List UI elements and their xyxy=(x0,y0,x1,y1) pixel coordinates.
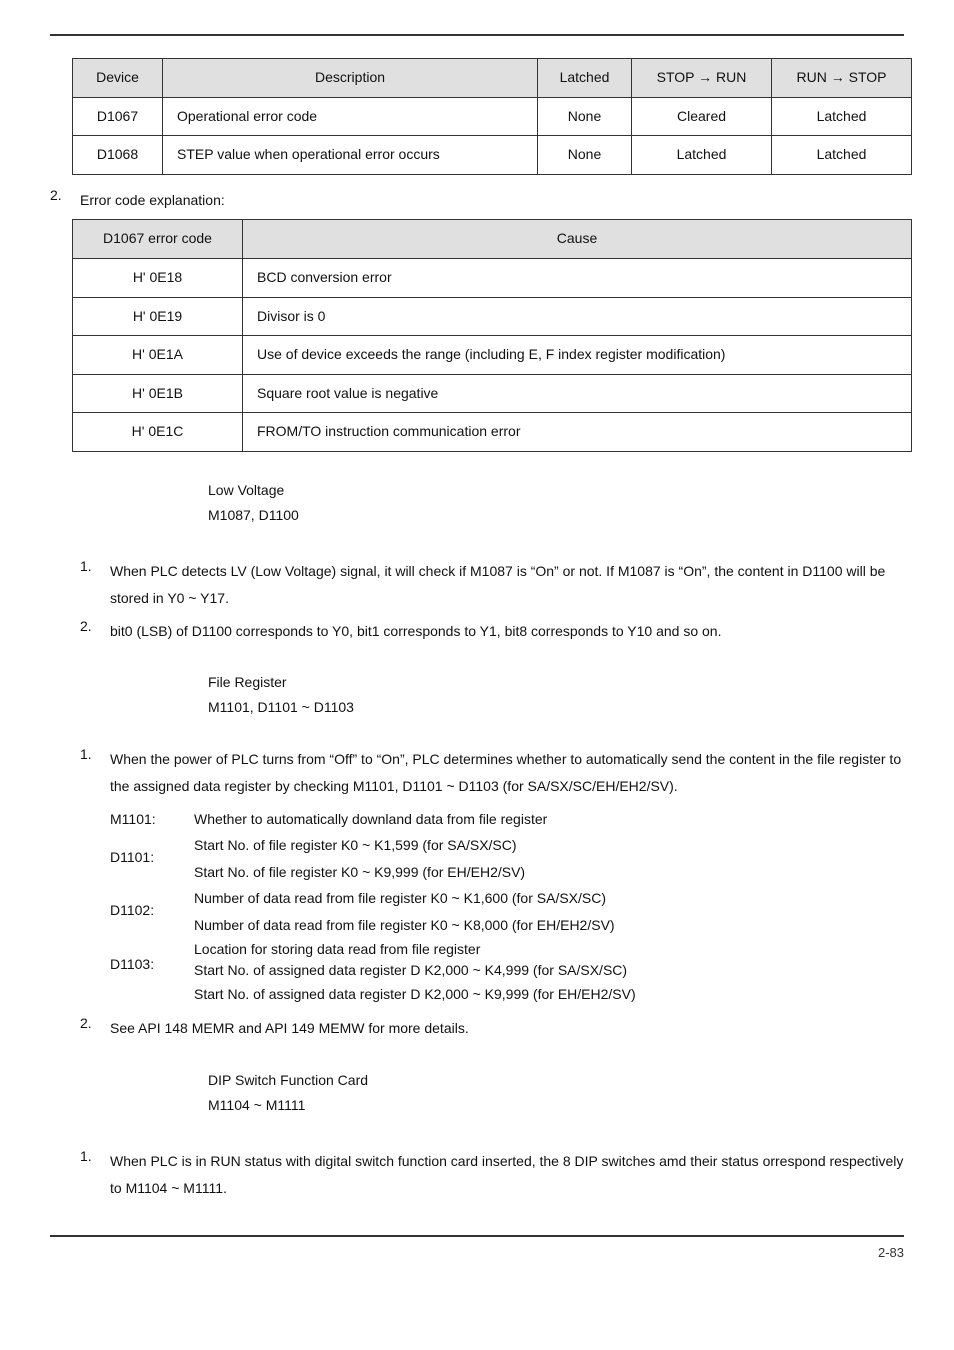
cell: Cleared xyxy=(632,97,772,136)
error-code-table: D1067 error code Cause H' 0E18BCD conver… xyxy=(72,219,912,452)
table-row: H' 0E18BCD conversion error xyxy=(73,258,912,297)
table-row: H' 0E19Divisor is 0 xyxy=(73,297,912,336)
def-key: D1101: xyxy=(110,832,194,885)
item-text: When PLC is in RUN status with digital s… xyxy=(110,1148,904,1201)
section-subtitle: M1101, D1101 ~ D1103 xyxy=(208,695,904,720)
def-line: Start No. of assigned data register D K2… xyxy=(194,981,904,1008)
def-line: Number of data read from file register K… xyxy=(194,912,904,939)
col-description: Description xyxy=(163,59,538,98)
list-item: 1. When the power of PLC turns from “Off… xyxy=(80,746,904,799)
item-number: 2. xyxy=(50,187,80,214)
def-line: Number of data read from file register K… xyxy=(194,885,904,912)
cell: H' 0E1A xyxy=(73,336,243,375)
def-row: D1102: Number of data read from file reg… xyxy=(110,885,904,938)
def-line: Start No. of file register K0 ~ K9,999 (… xyxy=(194,859,904,886)
cell: D1068 xyxy=(73,136,163,175)
item-text: bit0 (LSB) of D1100 corresponds to Y0, b… xyxy=(110,618,904,645)
table-row: H' 0E1BSquare root value is negative xyxy=(73,374,912,413)
section-dip-switch: DIP Switch Function Card M1104 ~ M1111 xyxy=(208,1068,904,1118)
section-subtitle: M1104 ~ M1111 xyxy=(208,1093,904,1118)
def-row: M1101: Whether to automatically downland… xyxy=(110,806,904,833)
item-text: When PLC detects LV (Low Voltage) signal… xyxy=(110,558,904,611)
item-text: See API 148 MEMR and API 149 MEMW for mo… xyxy=(110,1015,904,1042)
top-rule xyxy=(50,34,904,36)
table-row: D1067 Operational error code None Cleare… xyxy=(73,97,912,136)
col-device: Device xyxy=(73,59,163,98)
section-title: Low Voltage xyxy=(208,478,904,503)
item-number: 1. xyxy=(80,1148,110,1201)
section-subtitle: M1087, D1100 xyxy=(208,503,904,528)
cell: H' 0E18 xyxy=(73,258,243,297)
page-footer: 2-83 xyxy=(50,1235,904,1260)
def-line: Start No. of file register K0 ~ K1,599 (… xyxy=(194,832,904,859)
def-key: M1101: xyxy=(110,806,194,833)
item-text: Error code explanation: xyxy=(80,187,904,214)
section-title: File Register xyxy=(208,670,904,695)
col-run-stop: RUN → STOP xyxy=(772,59,912,98)
cell: None xyxy=(538,97,632,136)
cell: Latched xyxy=(772,97,912,136)
item-number: 2. xyxy=(80,1015,110,1042)
cell: Divisor is 0 xyxy=(243,297,912,336)
cell: D1067 xyxy=(73,97,163,136)
def-row: D1103: Location for storing data read fr… xyxy=(110,939,904,1008)
item-number: 1. xyxy=(80,558,110,611)
cell: STEP value when operational error occurs xyxy=(163,136,538,175)
item-number: 2. xyxy=(80,618,110,645)
section-file-register: File Register M1101, D1101 ~ D1103 xyxy=(208,670,904,720)
def-value: Start No. of file register K0 ~ K1,599 (… xyxy=(194,832,904,885)
list-item: 1. When PLC is in RUN status with digita… xyxy=(80,1148,904,1201)
cell: Latched xyxy=(772,136,912,175)
def-value: Whether to automatically downland data f… xyxy=(194,806,904,833)
col-error-code: D1067 error code xyxy=(73,220,243,259)
def-line: Location for storing data read from file… xyxy=(194,939,904,960)
device-table: Device Description Latched STOP → RUN RU… xyxy=(72,58,912,175)
def-key: D1103: xyxy=(110,939,194,1008)
list-item: 2. See API 148 MEMR and API 149 MEMW for… xyxy=(80,1015,904,1042)
cell: H' 0E1B xyxy=(73,374,243,413)
def-value: Location for storing data read from file… xyxy=(194,939,904,1008)
cell: H' 0E1C xyxy=(73,413,243,452)
page-number: 2-83 xyxy=(878,1245,904,1260)
cell: Use of device exceeds the range (includi… xyxy=(243,336,912,375)
col-latched: Latched xyxy=(538,59,632,98)
cell: Square root value is negative xyxy=(243,374,912,413)
cell: H' 0E19 xyxy=(73,297,243,336)
section-low-voltage: Low Voltage M1087, D1100 xyxy=(208,478,904,528)
col-cause: Cause xyxy=(243,220,912,259)
list-item: 2. Error code explanation: xyxy=(50,187,904,214)
def-key: D1102: xyxy=(110,885,194,938)
def-line: Start No. of assigned data register D K2… xyxy=(194,960,904,981)
item-number: 1. xyxy=(80,746,110,799)
page-content: Device Description Latched STOP → RUN RU… xyxy=(0,0,954,1278)
table-row: H' 0E1AUse of device exceeds the range (… xyxy=(73,336,912,375)
list-item: 2. bit0 (LSB) of D1100 corresponds to Y0… xyxy=(80,618,904,645)
def-row: D1101: Start No. of file register K0 ~ K… xyxy=(110,832,904,885)
item-text: When the power of PLC turns from “Off” t… xyxy=(110,746,904,799)
section-title: DIP Switch Function Card xyxy=(208,1068,904,1093)
table-row: D1068 STEP value when operational error … xyxy=(73,136,912,175)
col-stop-run: STOP → RUN xyxy=(632,59,772,98)
cell: None xyxy=(538,136,632,175)
cell: BCD conversion error xyxy=(243,258,912,297)
cell: FROM/TO instruction communication error xyxy=(243,413,912,452)
table-row: H' 0E1CFROM/TO instruction communication… xyxy=(73,413,912,452)
cell: Operational error code xyxy=(163,97,538,136)
list-item: 1. When PLC detects LV (Low Voltage) sig… xyxy=(80,558,904,611)
cell: Latched xyxy=(632,136,772,175)
def-value: Number of data read from file register K… xyxy=(194,885,904,938)
